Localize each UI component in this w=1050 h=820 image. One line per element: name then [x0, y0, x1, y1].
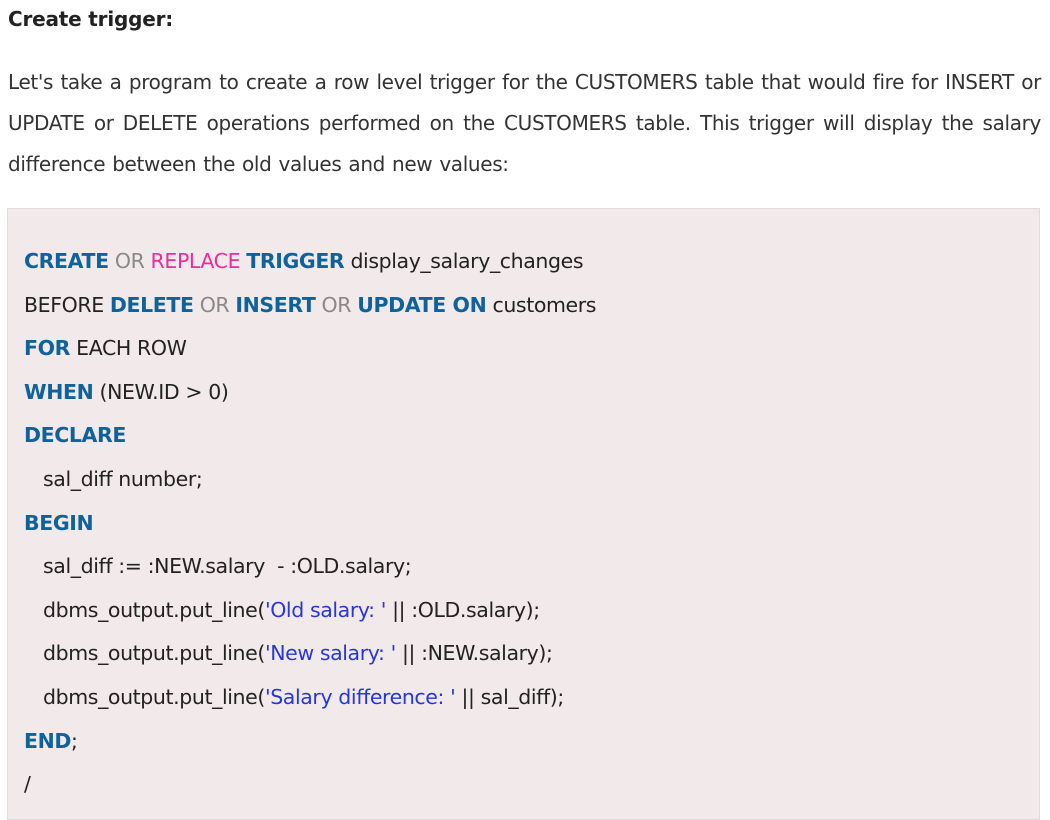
variable-declaration: sal_diff number;: [43, 466, 203, 491]
keyword-trigger: TRIGGER: [246, 249, 345, 273]
keyword-create: CREATE: [24, 249, 109, 273]
keyword-before: BEFORE: [24, 292, 104, 317]
code-block: CREATE OR REPLACE TRIGGER display_salary…: [7, 208, 1040, 820]
function-call: dbms_output.put_line(: [43, 597, 265, 622]
call-arguments: || sal_diff);: [455, 684, 565, 709]
code-line-print-old-salary: dbms_output.put_line('Old salary: ' || :…: [24, 589, 596, 633]
keyword-or: OR: [114, 249, 145, 273]
keyword-insert: INSERT: [235, 292, 316, 317]
string-literal: 'Old salary: ': [264, 597, 386, 622]
keyword-end: END: [24, 728, 71, 753]
code-line-create-trigger: CREATE OR REPLACE TRIGGER display_salary…: [24, 240, 596, 284]
code-line-begin: BEGIN: [24, 502, 596, 546]
assignment-statement: sal_diff := :NEW.salary - :OLD.salary;: [43, 554, 412, 579]
code-line-when: WHEN (NEW.ID > 0): [24, 371, 596, 415]
section-heading: Create trigger:: [8, 7, 174, 31]
code-line-print-new-salary: dbms_output.put_line('New salary: ' || :…: [24, 632, 596, 676]
code-lines: CREATE OR REPLACE TRIGGER display_salary…: [24, 240, 596, 807]
trigger-name: display_salary_changes: [350, 249, 584, 273]
code-line-variable-declaration: sal_diff number;: [24, 458, 596, 502]
intro-paragraph: Let's take a program to create a row lev…: [8, 70, 1041, 176]
code-line-before: BEFORE DELETE OR INSERT OR UPDATE ON cus…: [24, 284, 596, 328]
code-line-declare: DECLARE: [24, 414, 596, 458]
slash-terminator: /: [24, 772, 31, 797]
call-arguments: || :OLD.salary);: [385, 597, 540, 622]
code-line-end: END;: [24, 720, 596, 764]
keyword-or: OR: [321, 292, 352, 317]
code-line-slash: /: [24, 763, 596, 807]
keyword-or: OR: [199, 292, 230, 317]
keyword-delete: DELETE: [109, 292, 194, 317]
keyword-for: FOR: [24, 336, 71, 361]
table-name: customers: [492, 292, 597, 317]
call-arguments: || :NEW.salary);: [395, 641, 553, 666]
code-line-print-salary-difference: dbms_output.put_line('Salary difference:…: [24, 676, 596, 720]
when-condition: (NEW.ID > 0): [99, 379, 229, 404]
keyword-replace: REPLACE: [150, 249, 241, 273]
keyword-declare: DECLARE: [24, 423, 126, 448]
function-call: dbms_output.put_line(: [43, 684, 265, 709]
semicolon: ;: [70, 728, 78, 753]
keyword-update-on: UPDATE ON: [357, 292, 487, 317]
keyword-begin: BEGIN: [24, 510, 94, 535]
function-call: dbms_output.put_line(: [43, 641, 265, 666]
string-literal: 'New salary: ': [264, 641, 396, 666]
keyword-when: WHEN: [24, 379, 94, 404]
for-each-row-text: EACH ROW: [76, 336, 187, 361]
code-line-assignment: sal_diff := :NEW.salary - :OLD.salary;: [24, 545, 596, 589]
code-line-for-each-row: FOR EACH ROW: [24, 327, 596, 371]
string-literal: 'Salary difference: ': [264, 684, 456, 709]
